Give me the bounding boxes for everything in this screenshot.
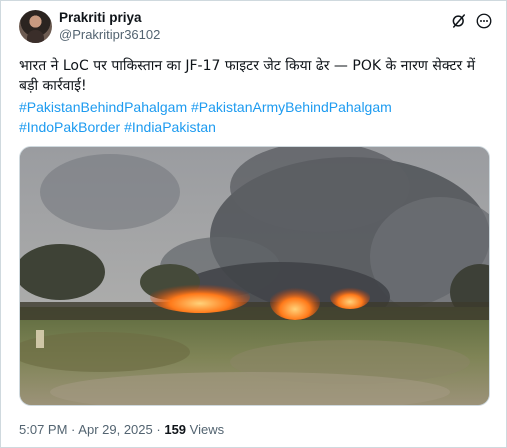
hashtag-list: #PakistanBehindPahalgam #PakistanArmyBeh… xyxy=(19,97,489,137)
hashtag-link[interactable]: #IndiaPakistan xyxy=(124,119,216,135)
views-label: Views xyxy=(189,422,225,437)
hashtag-link[interactable]: #PakistanBehindPahalgam xyxy=(19,99,187,115)
tweet-date[interactable]: Apr 29, 2025 xyxy=(78,422,152,437)
video-thumbnail[interactable] xyxy=(19,146,490,406)
more-options-icon[interactable] xyxy=(475,12,493,30)
author-display-name[interactable]: Prakriti priya xyxy=(59,10,142,25)
author-handle[interactable]: @Prakritipr36102 xyxy=(59,27,160,42)
views-count: 159 xyxy=(164,422,187,437)
tweet-time[interactable]: 5:07 PM xyxy=(19,422,67,437)
video-frame-image xyxy=(20,147,489,405)
tweet-text: भारत ने LoC पर पाकिस्तान का JF-17 फाइटर … xyxy=(19,58,476,94)
meta-separator: · xyxy=(156,422,161,437)
tweet-meta: 5:07 PM · Apr 29, 2025 · 159 Views xyxy=(19,422,224,437)
tweet-card[interactable]: Prakriti priya @Prakritipr36102 भारत ने … xyxy=(0,0,507,448)
avatar[interactable] xyxy=(19,10,52,43)
hashtag-link[interactable]: #PakistanArmyBehindPahalgam xyxy=(191,99,392,115)
meta-separator: · xyxy=(71,422,76,437)
hashtag-link[interactable]: #IndoPakBorder xyxy=(19,119,120,135)
grok-icon[interactable] xyxy=(450,12,468,30)
